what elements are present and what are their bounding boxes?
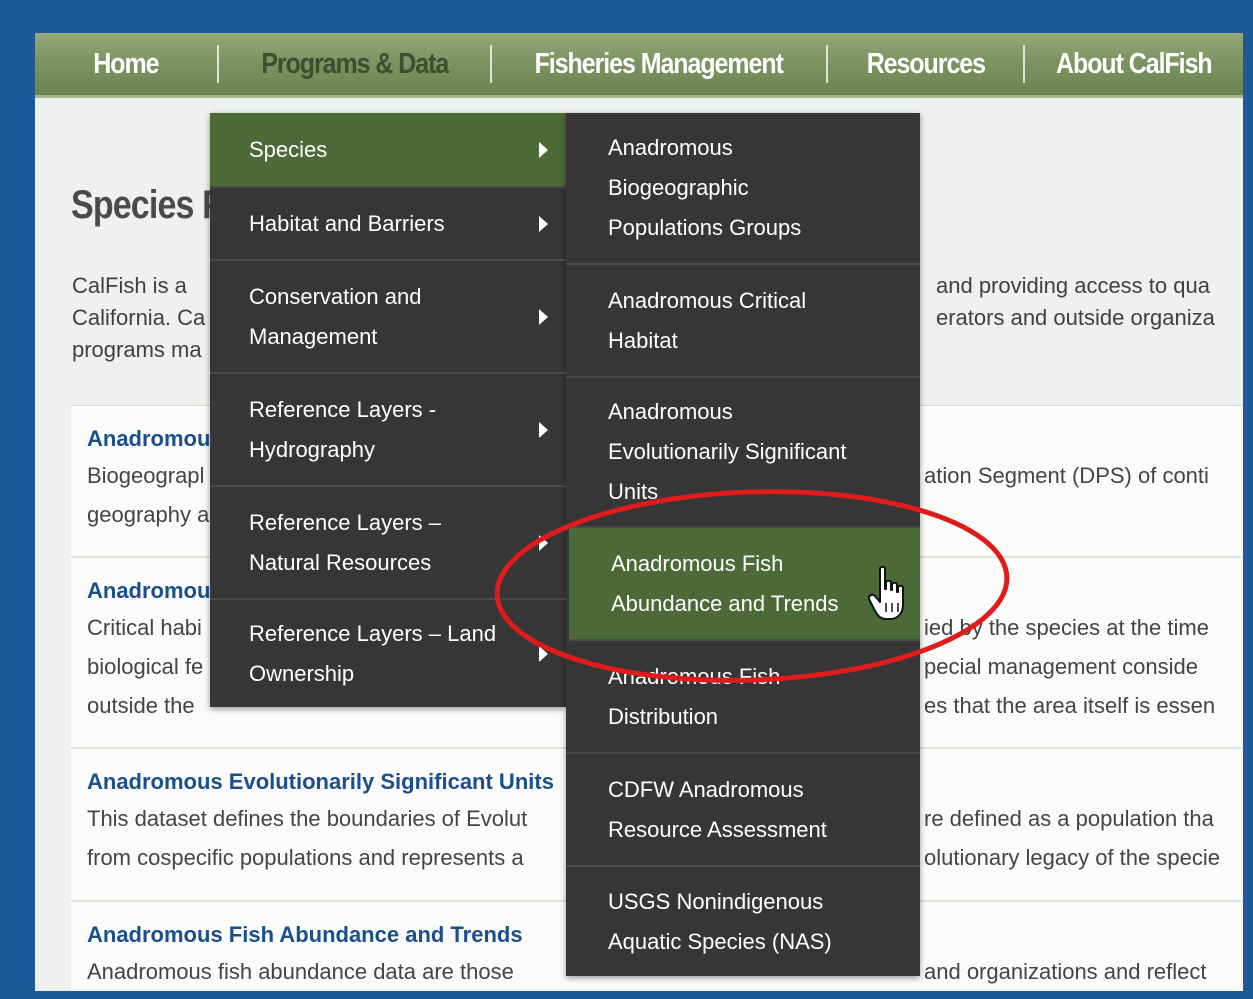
menu-item-label: Anadromous Critical (608, 287, 807, 313)
menu-item-label: Habitat and Barriers (249, 210, 445, 236)
menu-item-label: Anadromous Fish (611, 550, 784, 576)
submenu-item-usgs-nas[interactable]: USGS Nonindigenous Aquatic Species (NAS) (566, 867, 920, 976)
menu-item-label: Ownership (249, 660, 355, 686)
menu-item-label: Reference Layers - (249, 396, 437, 422)
submenu-item-critical-habitat[interactable]: Anadromous Critical Habitat (566, 265, 920, 378)
chevron-right-icon (539, 534, 548, 551)
menu-item-label: CDFW Anadromous (608, 776, 804, 802)
nav-divider (1023, 45, 1026, 83)
nav-home[interactable]: Home (48, 33, 204, 95)
menu-item-label: Anadromous Fish (608, 663, 781, 689)
menu-item-species[interactable]: Species (210, 113, 566, 188)
menu-item-label: Species (249, 136, 328, 162)
menu-item-label: Reference Layers – Land (249, 620, 497, 646)
menu-item-label: Anadromous (608, 399, 733, 424)
species-submenu: Anadromous Biogeographic Populations Gro… (566, 113, 920, 976)
hand-pointer-icon (868, 565, 904, 620)
menu-item-reference-hydrography[interactable]: Reference Layers - Hydrography (210, 374, 566, 487)
chevron-right-icon (539, 141, 548, 158)
page-title: Species P (71, 183, 225, 227)
nav-about-calfish[interactable]: About CalFish (1041, 33, 1228, 95)
menu-item-label: Biogeographic (608, 175, 749, 200)
nav-divider (216, 45, 219, 83)
menu-item-label: Habitat (608, 327, 678, 353)
menu-item-label: Evolutionarily Significant (608, 439, 847, 464)
submenu-item-evolutionarily-significant-units[interactable]: Anadromous Evolutionarily Significant Un… (566, 378, 920, 528)
menu-item-label: Distribution (608, 703, 719, 729)
menu-item-label: Abundance and Trends (611, 590, 839, 616)
menu-item-reference-land-ownership[interactable]: Reference Layers – Land Ownership (210, 600, 566, 707)
nav-fisheries-management[interactable]: Fisheries Management (516, 33, 803, 95)
nav-programs-data[interactable]: Programs & Data (238, 33, 472, 95)
programs-data-dropdown: Species Habitat and Barriers Conservatio… (210, 113, 566, 707)
chevron-right-icon (539, 215, 548, 232)
menu-item-habitat-barriers[interactable]: Habitat and Barriers (210, 188, 566, 261)
menu-item-label: Conservation and (249, 283, 422, 309)
menu-item-label: Anadromous (608, 135, 733, 160)
menu-item-reference-natural-resources[interactable]: Reference Layers – Natural Resources (210, 487, 566, 600)
nav-divider (490, 45, 493, 83)
submenu-item-biogeographic-groups[interactable]: Anadromous Biogeographic Populations Gro… (566, 113, 920, 265)
menu-item-label: Resource Assessment (608, 816, 827, 842)
chevron-right-icon (539, 421, 548, 438)
submenu-item-cdfw-resource-assessment[interactable]: CDFW Anadromous Resource Assessment (566, 754, 920, 867)
main-navigation: Home Programs & Data Fisheries Managemen… (35, 33, 1243, 98)
menu-item-label: USGS Nonindigenous (608, 888, 824, 914)
nav-divider (825, 45, 828, 83)
menu-item-label: Natural Resources (249, 549, 432, 575)
chevron-right-icon (539, 645, 548, 662)
menu-item-conservation-management[interactable]: Conservation and Management (210, 261, 566, 374)
chevron-right-icon (539, 308, 548, 325)
menu-item-label: Units (608, 479, 659, 504)
menu-item-label: Reference Layers – (249, 509, 441, 535)
submenu-item-fish-distribution[interactable]: Anadromous Fish Distribution (566, 641, 920, 754)
menu-item-label: Management (249, 323, 378, 349)
menu-item-label: Populations Groups (608, 215, 802, 240)
nav-resources[interactable]: Resources (841, 33, 1009, 95)
menu-item-label: Hydrography (249, 436, 375, 462)
menu-item-label: Aquatic Species (NAS) (608, 928, 832, 954)
